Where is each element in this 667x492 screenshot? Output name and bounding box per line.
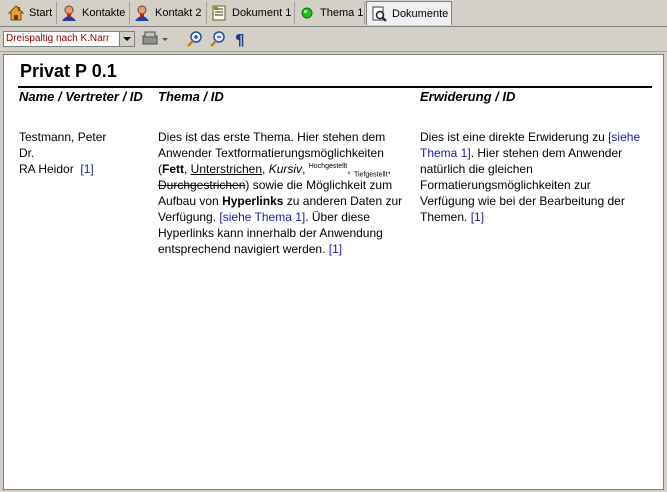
separator: , xyxy=(347,162,354,176)
toolbar: Dreispaltig nach K.Narr ¶ xyxy=(0,27,667,52)
separator: , xyxy=(184,162,191,176)
tab-start[interactable]: Start xyxy=(4,2,57,24)
separator: , xyxy=(387,162,391,176)
house-icon xyxy=(7,5,25,21)
column-header-erwiderung: Erwiderung / ID xyxy=(420,89,516,104)
tab-thema-1[interactable]: Thema 1 xyxy=(295,2,365,24)
erwiderung-text: Dies ist eine direkte Erwiderung zu xyxy=(420,130,609,144)
layout-select[interactable]: Dreispaltig nach K.Narr xyxy=(3,31,135,47)
tab-label: Kontakte xyxy=(82,7,126,19)
separator: , xyxy=(302,162,309,176)
layout-select-value: Dreispaltig nach K.Narr xyxy=(6,33,110,44)
tab-kontakt-2[interactable]: Kontakt 2 xyxy=(130,2,207,24)
thema-link[interactable]: [siehe Thema 1] xyxy=(219,210,305,224)
representative-name: RA Heidor xyxy=(19,162,74,176)
pilcrow-icon: ¶ xyxy=(235,31,245,49)
underline-sample: Unterstrichen xyxy=(190,162,263,176)
tab-kontakte[interactable]: Kontakte xyxy=(57,2,130,24)
id-link[interactable]: [1] xyxy=(471,210,484,224)
print-dropdown-button[interactable] xyxy=(141,30,169,48)
italic-sample: Kursiv xyxy=(268,162,303,176)
column-erwiderung: Dies ist eine direkte Erwiderung zu [sie… xyxy=(420,129,646,225)
column-name: Testmann, Peter Dr. RA Heidor [1] xyxy=(19,129,149,177)
representative: RA Heidor [1] xyxy=(19,161,149,177)
tab-dokumente[interactable]: Dokumente xyxy=(366,1,452,25)
tab-label: Thema 1 xyxy=(320,7,364,19)
printer-icon xyxy=(142,31,168,45)
zoom-out-button[interactable] xyxy=(209,30,227,48)
person-title: Dr. xyxy=(19,146,35,160)
bold-sample: Fett xyxy=(162,162,184,176)
tab-label: Kontakt 2 xyxy=(155,7,202,19)
tab-label: Dokumente xyxy=(392,7,449,20)
formatting-marks-button[interactable]: ¶ xyxy=(232,30,250,49)
separator: , xyxy=(262,162,269,176)
green-dot-icon xyxy=(299,5,315,21)
bold-hyperlinks: Hyperlinks xyxy=(222,194,284,208)
superscript-sample: Hochgestellt xyxy=(308,163,348,170)
column-header-name: Name / Vertreter / ID xyxy=(19,89,143,104)
tab-label: Dokument 1 xyxy=(232,7,292,19)
person-icon xyxy=(61,5,77,21)
person-name: Testmann, Peter xyxy=(19,130,107,144)
id-link[interactable]: [1] xyxy=(80,162,93,176)
strikethrough-sample: Durchgestrichen xyxy=(158,178,246,192)
document-view: Privat P 0.1 Name / Vertreter / ID Thema… xyxy=(3,54,664,490)
tab-bar: Start Kontakte Kontakt 2 Dokument 1 Them… xyxy=(0,0,667,27)
id-link[interactable]: [1] xyxy=(329,242,342,256)
document-icon xyxy=(211,5,227,21)
chevron-down-icon[interactable] xyxy=(119,32,134,46)
svg-text:¶: ¶ xyxy=(235,31,245,48)
tab-dokument-1[interactable]: Dokument 1 xyxy=(207,2,295,24)
tab-label: Start xyxy=(29,7,53,19)
zoom-out-icon xyxy=(210,31,225,47)
column-thema: Dies ist das erste Thema. Hier stehen de… xyxy=(158,129,410,257)
column-header-thema: Thema / ID xyxy=(158,89,224,104)
document-title: Privat P 0.1 xyxy=(20,61,117,81)
zoom-in-button[interactable] xyxy=(186,30,204,48)
person-icon xyxy=(134,5,150,21)
zoom-in-icon xyxy=(187,31,202,47)
magnifier-document-icon xyxy=(371,6,387,22)
